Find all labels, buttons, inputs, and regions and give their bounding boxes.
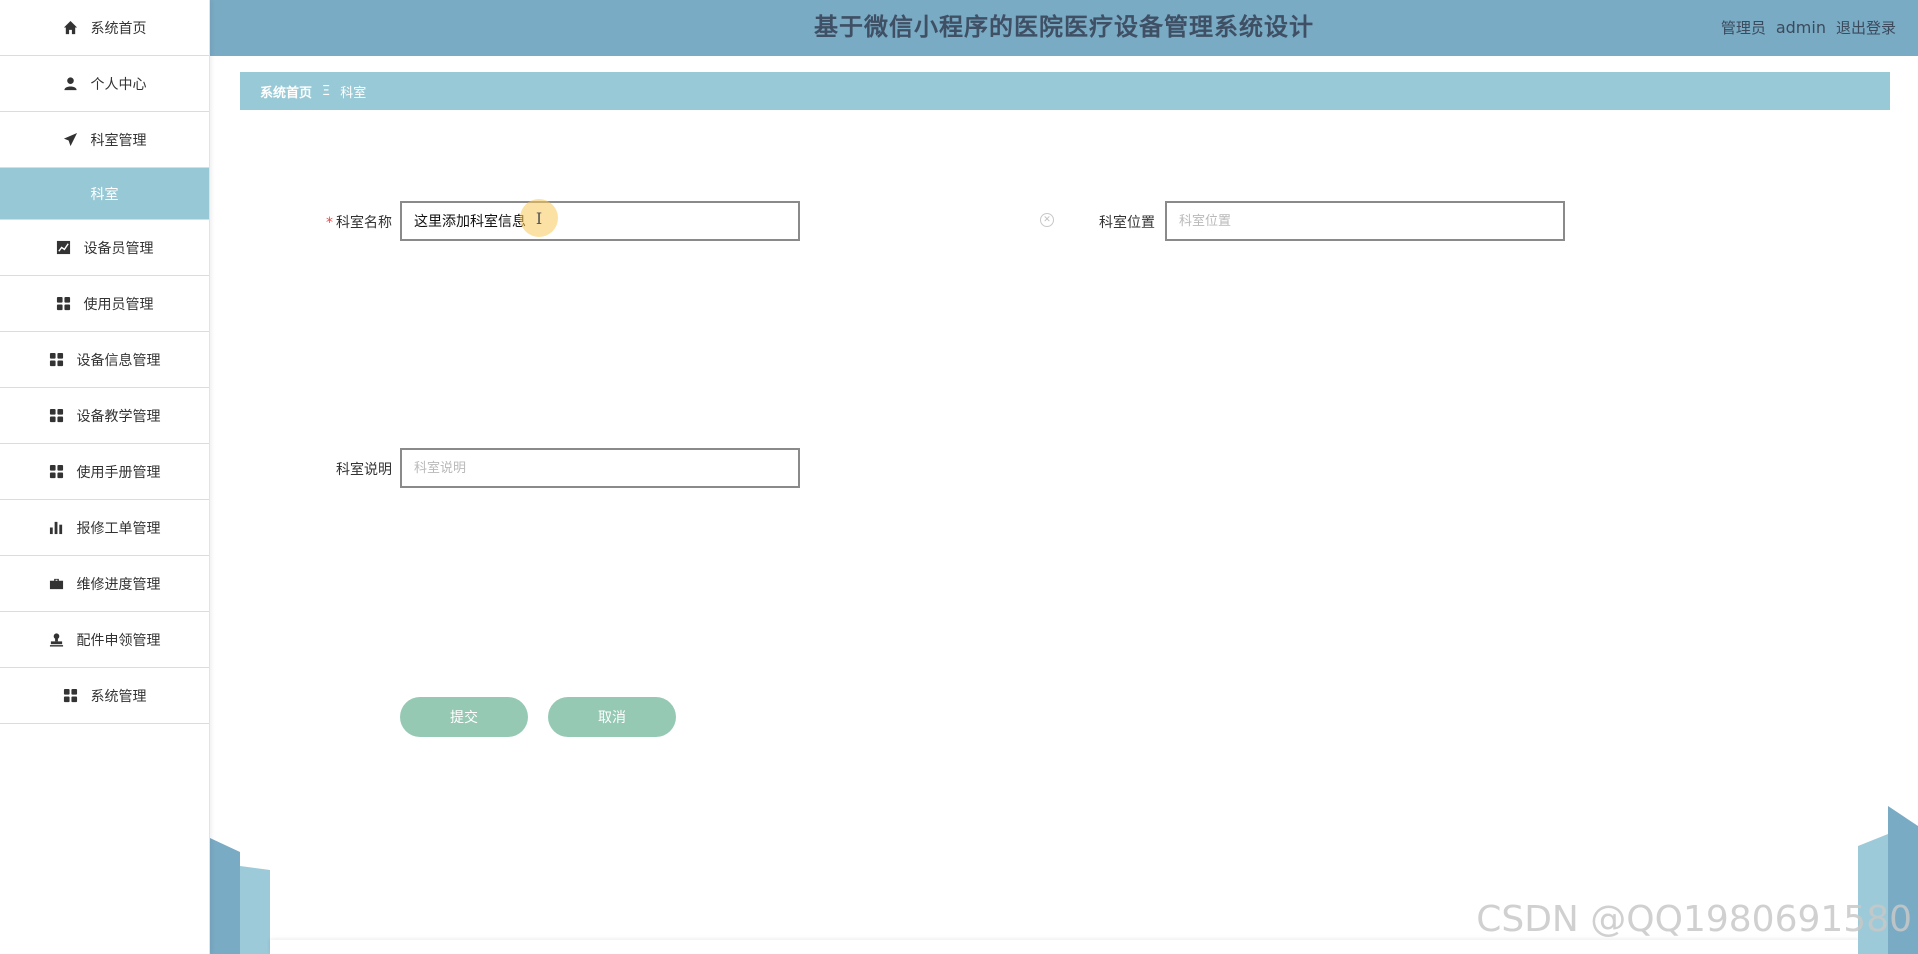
user-icon [63,76,79,92]
sidebar-item-label: 系统首页 [90,20,147,37]
watermark: CSDN @QQ1980691580 [1476,899,1912,940]
grid-icon [49,408,65,424]
required-mark: * [326,215,333,231]
sidebar-item-equipment-info[interactable]: 设备信息管理 [0,332,209,388]
grid-icon [63,688,79,704]
department-description-label: 科室说明 [336,462,392,478]
sidebar-item-department-management[interactable]: 科室管理 [0,112,209,168]
sidebar-item-equipment-teaching[interactable]: 设备教学管理 [0,388,209,444]
sidebar-item-repair-progress[interactable]: 维修进度管理 [0,556,209,612]
breadcrumb-current: 科室 [340,85,367,101]
sidebar-item-user-staff[interactable]: 使用员管理 [0,276,209,332]
sidebar-item-label: 设备信息管理 [76,352,161,369]
sidebar-item-label: 使用手册管理 [76,464,161,481]
sidebar-subitem-label: 科室 [90,186,119,203]
cancel-button[interactable]: 取消 [548,697,676,737]
department-location-input[interactable] [1165,201,1565,241]
sidebar-item-label: 报修工单管理 [76,520,161,537]
sidebar-item-equipment-staff[interactable]: 设备员管理 [0,220,209,276]
home-icon [63,20,79,36]
sidebar-item-label: 科室管理 [90,132,147,149]
logout-link[interactable]: 退出登录 [1836,17,1896,38]
briefcase-icon [49,576,65,592]
user-name: admin [1775,17,1826,37]
department-name-label: * 科室名称 [262,212,392,232]
sidebar-item-label: 使用员管理 [83,296,154,313]
sidebar-item-label: 系统管理 [90,688,147,705]
breadcrumb-separator: Ξ [322,83,331,99]
bar-chart-icon [49,520,65,536]
sidebar-item-label: 设备教学管理 [76,408,161,425]
department-name-label-text: 科室名称 [336,215,392,231]
grid-icon [49,352,65,368]
sidebar-item-repair-order[interactable]: 报修工单管理 [0,500,209,556]
grid-icon [49,464,65,480]
top-header: 基于微信小程序的医院医疗设备管理系统设计 管理员 admin 退出登录 [210,0,1918,56]
department-name-input[interactable] [400,201,800,241]
submit-button[interactable]: 提交 [400,697,528,737]
stamp-icon [49,632,65,648]
sidebar-item-label: 设备员管理 [83,240,154,257]
breadcrumb: 系统首页 Ξ 科室 [240,72,1890,110]
sidebar-item-parts-request[interactable]: 配件申领管理 [0,612,209,668]
user-area: 管理员 admin 退出登录 [1721,0,1896,54]
sidebar: 系统首页 个人中心 科室管理 科室 设备员管理 使用员管理 设备信息管理 设备教… [0,0,210,954]
sidebar-item-label: 维修进度管理 [76,576,161,593]
sidebar-item-label: 个人中心 [90,76,147,93]
breadcrumb-home[interactable]: 系统首页 [260,82,312,101]
department-location-label: 科室位置 [1099,215,1155,231]
sidebar-item-system[interactable]: 系统管理 [0,668,209,724]
user-role: 管理员 [1720,18,1766,37]
decorative-building-left [210,838,270,954]
sidebar-item-manual[interactable]: 使用手册管理 [0,444,209,500]
chart-line-icon [56,240,72,256]
sidebar-subitem-department[interactable]: 科室 [0,168,209,220]
content-card-bottom [270,940,1860,954]
page-title: 基于微信小程序的医院医疗设备管理系统设计 [814,13,1314,41]
send-icon [63,132,79,148]
sidebar-item-label: 配件申领管理 [76,632,161,649]
department-description-input[interactable] [400,448,800,488]
grid-icon [56,296,72,312]
text-cursor-icon: I [520,199,558,237]
sidebar-item-profile[interactable]: 个人中心 [0,56,209,112]
sidebar-item-home[interactable]: 系统首页 [0,0,209,56]
